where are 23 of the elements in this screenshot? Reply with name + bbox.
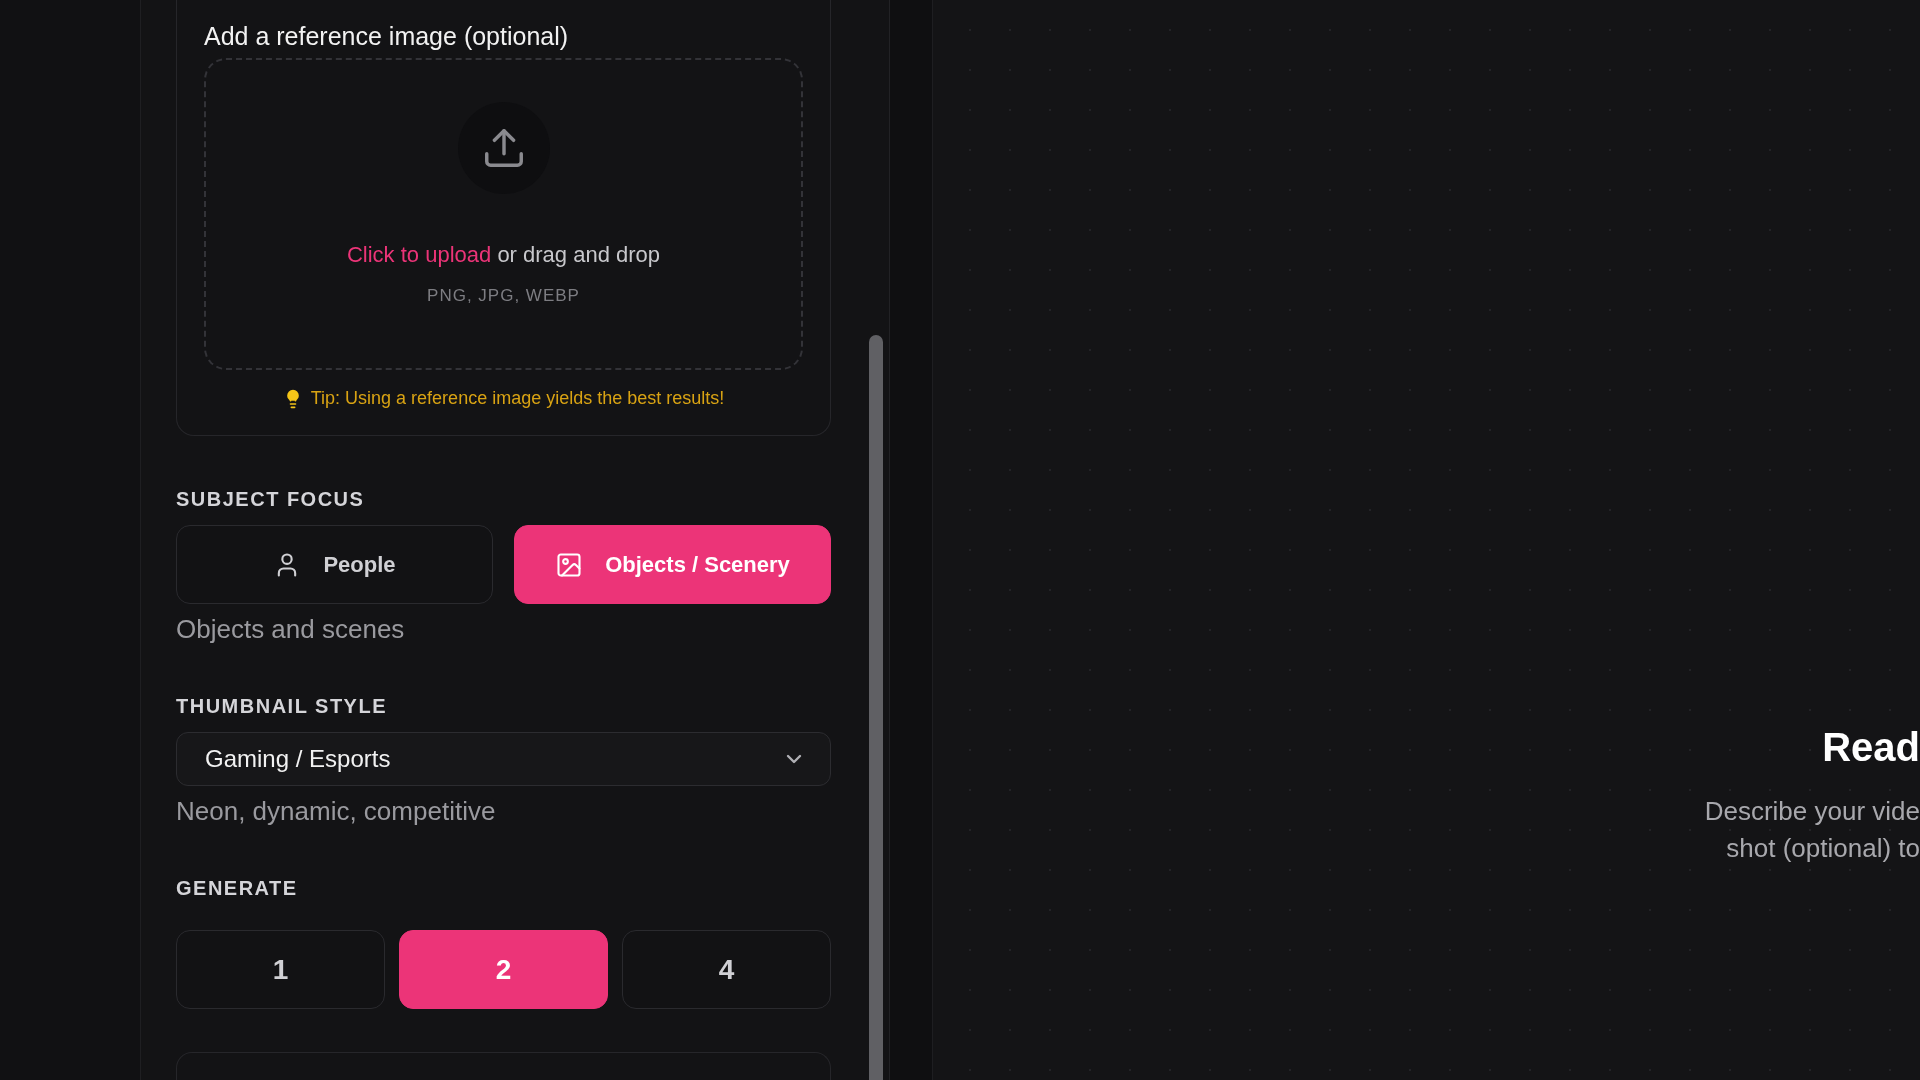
preview-title: Read	[1822, 725, 1920, 770]
section-label: THUMBNAIL STYLE	[176, 695, 388, 718]
section-label: GENERATE	[176, 877, 299, 901]
file-formats: PNG, JPG, WEBP	[427, 286, 580, 306]
subject-option[interactable]: Objects / Scenery	[514, 525, 831, 604]
style-dropdown[interactable]: Gaming / Esports	[176, 732, 831, 787]
count-option[interactable]: 4	[622, 930, 831, 1010]
scrollbar-thumb[interactable]	[869, 335, 883, 1080]
style-hint: Neon, dynamic, competitive	[176, 796, 497, 828]
chevron-down-icon	[786, 754, 802, 765]
click-to-upload-link[interactable]: Click to upload	[346, 242, 492, 267]
image-icon	[555, 550, 584, 579]
count-option[interactable]: 1	[176, 930, 385, 1010]
subject-option[interactable]: People	[176, 525, 493, 604]
section-label: SUBJECT FOCUS	[176, 488, 366, 511]
reference-image-label: Add a reference image (optional)	[204, 22, 570, 52]
count-option[interactable]: 2	[399, 930, 608, 1010]
tip-text: Tip: Using a reference image yields the best results!	[310, 388, 725, 409]
upload-dropzone[interactable]: Click to upload or drag and drop PNG, JPG, WEBP	[204, 58, 803, 370]
preview-description: shot (optional) to	[1726, 833, 1920, 864]
upload-prompt: Click to upload or drag and drop	[346, 242, 661, 268]
preview-description: Describe your vide	[1704, 796, 1920, 827]
subject-hint: Objects and scenes	[176, 614, 406, 645]
